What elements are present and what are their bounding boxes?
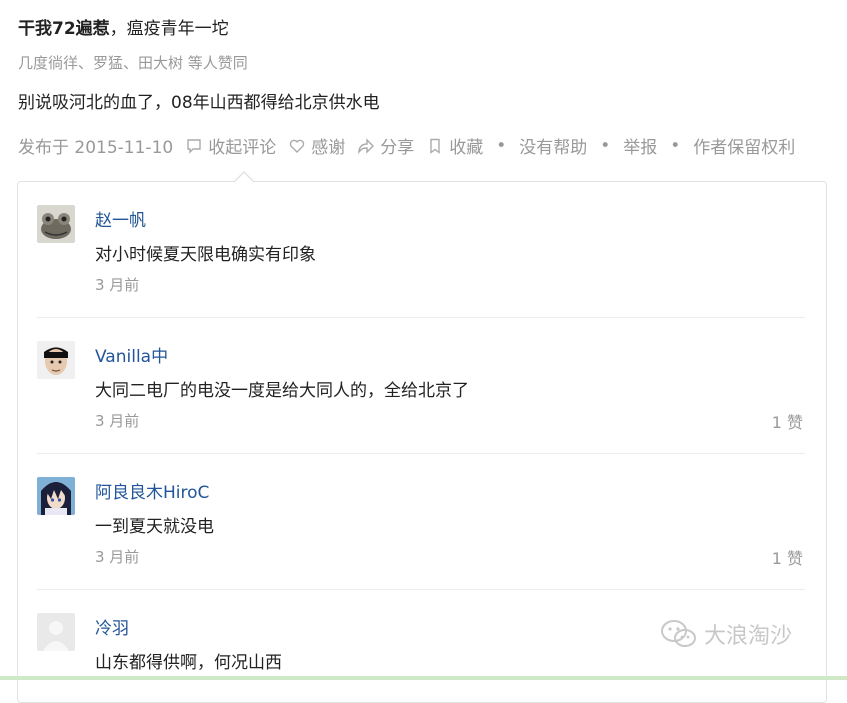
thanks-label: 感谢 <box>311 138 346 158</box>
heart-icon <box>289 138 305 154</box>
comments-panel-arrow-fill <box>234 173 254 183</box>
avatar[interactable] <box>37 205 75 243</box>
watermark-text: 大浪淘沙 <box>704 624 793 649</box>
share-button[interactable]: 分享 <box>358 133 414 158</box>
collapse-comments-label: 收起评论 <box>208 138 277 158</box>
avatar[interactable] <box>37 341 75 379</box>
avatar[interactable] <box>37 477 75 515</box>
separator-dot: • <box>496 135 507 156</box>
author-bio: ，瘟疫青年一坨 <box>109 19 229 39</box>
comment-divider <box>37 589 805 590</box>
bottom-accent-line <box>0 676 847 680</box>
comment-text: 大同二电厂的电没一度是给大同人的，全给北京了 <box>95 381 469 401</box>
comment-divider <box>37 317 805 318</box>
comment-text: 山东都得供啊，何况山西 <box>95 653 282 673</box>
collect-label: 收藏 <box>449 138 484 158</box>
answer-author-line: 干我72遍惹，瘟疫青年一坨 <box>18 14 229 39</box>
comment-author[interactable]: 赵一帆 <box>95 206 146 231</box>
comment-time: 3 月前 <box>95 412 140 430</box>
watermark: 大浪淘沙 <box>660 618 792 650</box>
voters-list[interactable]: 几度徜徉、罗猛、田大树 等人赞同 <box>18 52 248 73</box>
publish-date[interactable]: 发布于 2015-11-10 <box>18 133 173 158</box>
separator-dot: • <box>670 135 681 156</box>
comment-like-count[interactable]: 1 赞 <box>743 409 803 433</box>
comment-icon <box>186 138 202 154</box>
comment-author[interactable]: 冷羽 <box>95 614 129 639</box>
bookmark-icon <box>427 138 443 154</box>
comment-divider <box>37 453 805 454</box>
answer-action-bar: 发布于 2015-11-10 收起评论 感谢 分享 收藏 • 没有帮助 • 举报… <box>18 133 808 159</box>
comment-author[interactable]: 阿良良木HiroC <box>95 478 209 503</box>
collapse-comments-button[interactable]: 收起评论 <box>186 133 276 158</box>
report-button[interactable]: 举报 <box>623 133 657 158</box>
separator-dot: • <box>600 135 611 156</box>
avatar[interactable] <box>37 613 75 651</box>
comment-like-count[interactable]: 1 赞 <box>743 545 803 569</box>
author-name[interactable]: 干我72遍惹 <box>18 19 110 39</box>
collect-button[interactable]: 收藏 <box>427 133 483 158</box>
copyright-label: 作者保留权利 <box>693 138 796 158</box>
comment-text: 对小时候夏天限电确实有印象 <box>95 245 316 265</box>
share-label: 分享 <box>380 138 415 158</box>
comment-time: 3 月前 <box>95 548 140 566</box>
comment-time: 3 月前 <box>95 276 140 294</box>
thanks-button[interactable]: 感谢 <box>289 133 345 158</box>
share-icon <box>358 137 375 154</box>
answer-content: 别说吸河北的血了，08年山西都得给北京供水电 <box>18 93 380 113</box>
no-help-button[interactable]: 没有帮助 <box>519 133 587 158</box>
comment-text: 一到夏天就没电 <box>95 517 214 537</box>
comment-author[interactable]: Vanilla中 <box>95 342 168 367</box>
wechat-icon <box>660 619 698 649</box>
